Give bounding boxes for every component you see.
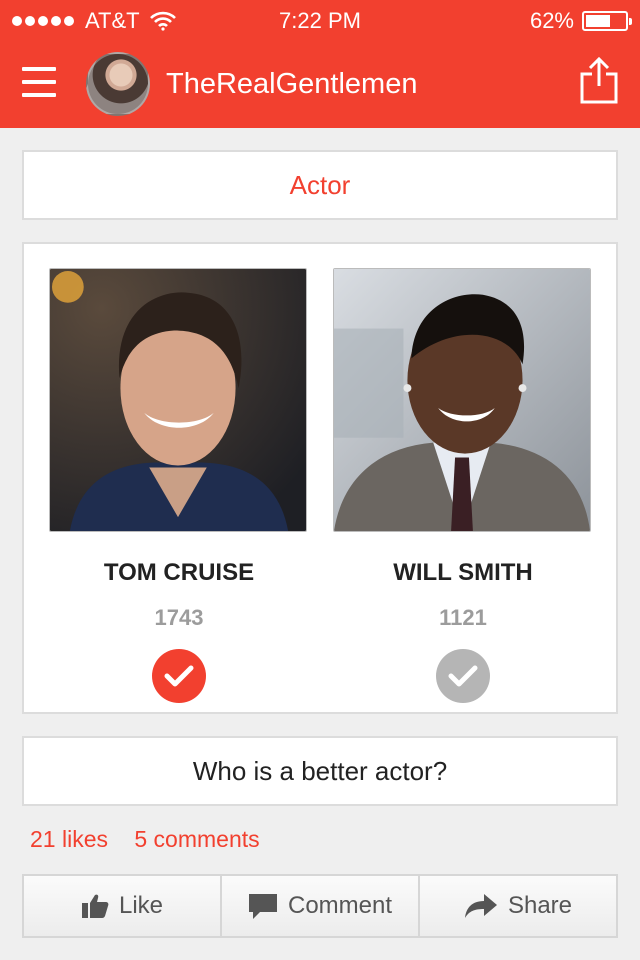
likes-count-link[interactable]: 21 likes: [30, 826, 108, 852]
comment-bubble-icon: [248, 894, 277, 919]
vote-count: 1121: [439, 605, 487, 630]
like-button[interactable]: Like: [24, 876, 222, 936]
vote-check-button[interactable]: [436, 649, 490, 703]
candidate-name: TOM CRUISE: [103, 559, 255, 586]
app-header: AT&T 7:22 PM 62% TheRealGentlemen: [0, 0, 640, 128]
profile-username[interactable]: TheRealGentlemen: [166, 68, 417, 101]
share-upload-icon[interactable]: [578, 56, 620, 104]
hamburger-menu-icon[interactable]: [22, 67, 56, 97]
vote-check-button[interactable]: [152, 649, 206, 703]
question-text: Who is a better actor?: [192, 756, 448, 786]
status-bar: AT&T 7:22 PM 62%: [0, 0, 640, 40]
share-button[interactable]: Share: [420, 876, 616, 936]
poll-card: TOM CRUISE 1743 WILL SMITH 1121: [22, 242, 618, 714]
action-bar: Like Comment Share: [22, 874, 618, 938]
poll-option-1[interactable]: TOM CRUISE 1743: [49, 268, 309, 703]
vote-count: 1743: [154, 605, 204, 630]
poll-question: Who is a better actor?: [22, 736, 618, 806]
engagement-stats: 21 likes 5 comments: [30, 826, 280, 853]
category-label: Actor: [289, 170, 351, 200]
checkmark-icon: [164, 665, 194, 687]
comment-button[interactable]: Comment: [222, 876, 420, 936]
battery-icon: [582, 11, 632, 31]
battery-percent: 62%: [529, 8, 574, 33]
thumbs-up-icon: [81, 894, 109, 918]
candidate-name: WILL SMITH: [393, 559, 533, 586]
candidate-photo[interactable]: [49, 268, 307, 532]
like-label: Like: [118, 892, 164, 919]
candidate-photo[interactable]: [333, 268, 591, 532]
avatar[interactable]: [86, 52, 150, 116]
share-arrow-icon: [464, 894, 497, 918]
poll-category: Actor: [22, 150, 618, 220]
share-label: Share: [507, 892, 573, 919]
checkmark-icon: [448, 665, 478, 687]
comments-count-link[interactable]: 5 comments: [134, 826, 259, 852]
comment-label: Comment: [287, 892, 393, 919]
poll-option-2[interactable]: WILL SMITH 1121: [333, 268, 593, 703]
